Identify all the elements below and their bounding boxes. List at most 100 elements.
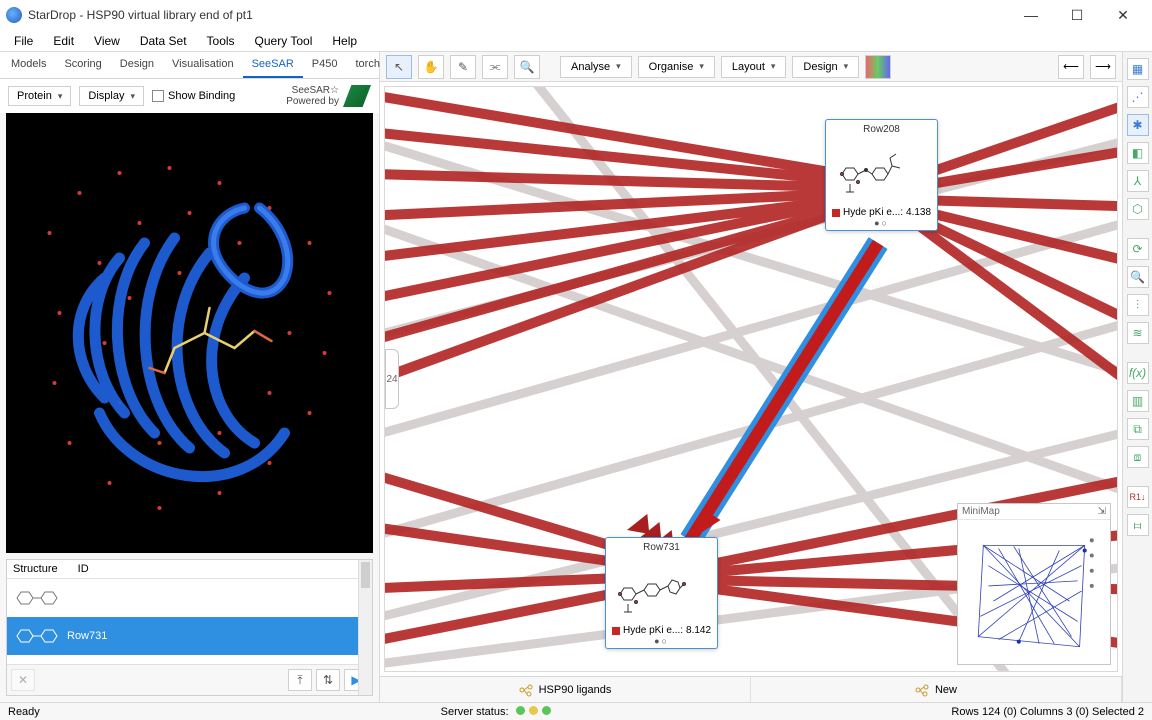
menu-tools[interactable]: Tools bbox=[199, 32, 243, 50]
maximize-button[interactable]: ☐ bbox=[1054, 0, 1100, 30]
pointer-tool[interactable]: ↖ bbox=[386, 55, 412, 79]
search-icon[interactable]: 🔍 bbox=[1127, 266, 1149, 288]
filter-icon[interactable]: ⫶ bbox=[1127, 294, 1149, 316]
expand-handle[interactable]: 24 bbox=[385, 349, 399, 409]
pan-tool[interactable]: ✋ bbox=[418, 55, 444, 79]
r1-icon[interactable]: R1↓ bbox=[1127, 486, 1149, 508]
tune-icon[interactable]: ≋ bbox=[1127, 322, 1149, 344]
structure-rows[interactable]: Row731 bbox=[7, 579, 372, 664]
show-binding-checkbox[interactable]: Show Binding bbox=[152, 90, 235, 102]
tree-icon[interactable]: ⅄ bbox=[1127, 170, 1149, 192]
server-status-dots bbox=[512, 706, 551, 718]
tab-design[interactable]: Design bbox=[111, 52, 163, 78]
scroll-handle[interactable] bbox=[361, 562, 370, 588]
menu-view[interactable]: View bbox=[86, 32, 128, 50]
statusbar: Ready Server status: Rows 124 (0) Column… bbox=[0, 702, 1152, 720]
left-pane: Models Scoring Design Visualisation SeeS… bbox=[0, 52, 380, 702]
metric-swatch bbox=[612, 627, 620, 635]
node-card-row208[interactable]: Row208 Hyde pKi e...: bbox=[825, 119, 938, 231]
organise-dropdown[interactable]: Organise▾ bbox=[638, 56, 715, 78]
brand-line1: SeeSAR☆ bbox=[286, 85, 339, 96]
node-pager[interactable]: ●○ bbox=[832, 218, 931, 228]
node-title: Row731 bbox=[612, 542, 711, 553]
move-down-button[interactable]: ⇅ bbox=[316, 669, 340, 691]
col-id: ID bbox=[78, 563, 89, 575]
structure-id: Row731 bbox=[67, 630, 107, 642]
minimap-pin-icon[interactable]: ⇲ bbox=[1098, 506, 1106, 517]
layout-dropdown[interactable]: Layout▾ bbox=[721, 56, 787, 78]
tab-scoring[interactable]: Scoring bbox=[55, 52, 110, 78]
caret-down-icon: ▾ bbox=[699, 61, 704, 72]
structure-id-panel: Structure ID Row731 ✕ bbox=[6, 559, 373, 696]
tab-models[interactable]: Models bbox=[2, 52, 55, 78]
menu-data-set[interactable]: Data Set bbox=[132, 32, 195, 50]
scroll-track[interactable] bbox=[358, 560, 372, 695]
analyse-dropdown[interactable]: Analyse▾ bbox=[560, 56, 632, 78]
metric-label: Hyde pKi e...: bbox=[623, 625, 683, 636]
node-pager[interactable]: ●○ bbox=[612, 636, 711, 646]
seesar-controls: Protein ▾ Display ▾ Show Binding SeeSAR☆… bbox=[0, 79, 379, 113]
caret-down-icon: ▾ bbox=[771, 61, 776, 72]
display-dropdown[interactable]: Display ▾ bbox=[79, 86, 144, 106]
file-tab-label: HSP90 ligands bbox=[539, 684, 612, 696]
node-metric: Hyde pKi e...: 4.138 bbox=[832, 207, 931, 218]
radar-icon[interactable]: ⬡ bbox=[1127, 198, 1149, 220]
tab-visualisation[interactable]: Visualisation bbox=[163, 52, 243, 78]
table-view-icon[interactable]: ▦ bbox=[1127, 58, 1149, 80]
structure-thumb bbox=[9, 583, 67, 613]
status-ready: Ready bbox=[8, 706, 40, 718]
file-tab-hsp90[interactable]: HSP90 ligands bbox=[380, 677, 751, 702]
tab-p450[interactable]: P450 bbox=[303, 52, 347, 78]
zoom-tool[interactable]: 🔍 bbox=[514, 55, 540, 79]
delete-row-button[interactable]: ✕ bbox=[11, 669, 35, 691]
link-tool[interactable]: ⫘ bbox=[482, 55, 508, 79]
structure-row[interactable] bbox=[7, 579, 372, 617]
clip-label: 24 bbox=[386, 374, 397, 385]
menu-file[interactable]: File bbox=[6, 32, 41, 50]
nav-forward-button[interactable]: ⟶ bbox=[1090, 55, 1116, 79]
draw-tool[interactable]: ✎ bbox=[450, 55, 476, 79]
node-card-row731[interactable]: Row731 Hyde p bbox=[605, 537, 718, 649]
app-icon bbox=[6, 7, 22, 23]
protein-3d-viewer[interactable] bbox=[6, 113, 373, 553]
save-icon[interactable]: ⧈ bbox=[1127, 446, 1149, 468]
menu-help[interactable]: Help bbox=[324, 32, 365, 50]
grid-icon[interactable]: ▥ bbox=[1127, 390, 1149, 412]
metric-label: Hyde pKi e...: bbox=[843, 207, 903, 218]
metric-swatch bbox=[832, 209, 840, 217]
dataset-icon bbox=[519, 683, 533, 697]
caret-down-icon: ▾ bbox=[616, 61, 621, 72]
nav-back-button[interactable]: ⟵ bbox=[1058, 55, 1084, 79]
node-structure bbox=[832, 137, 908, 205]
menu-edit[interactable]: Edit bbox=[45, 32, 82, 50]
metric-value: 4.138 bbox=[906, 207, 931, 218]
minimap-title: MiniMap bbox=[962, 506, 1000, 517]
network-icon[interactable]: ✱ bbox=[1127, 114, 1149, 136]
fx-icon[interactable]: f(x) bbox=[1127, 362, 1149, 384]
refresh-icon[interactable]: ⟳ bbox=[1127, 238, 1149, 260]
node-structure bbox=[612, 555, 688, 623]
design-dropdown[interactable]: Design▾ bbox=[792, 56, 859, 78]
dataset-icon bbox=[915, 683, 929, 697]
close-button[interactable]: ✕ bbox=[1100, 0, 1146, 30]
structure-row-selected[interactable]: Row731 bbox=[7, 617, 372, 655]
export-icon[interactable]: ⧉ bbox=[1127, 418, 1149, 440]
caret-down-icon: ▾ bbox=[844, 61, 849, 72]
window-title: StarDrop - HSP90 virtual library end of … bbox=[28, 8, 1008, 22]
tab-seesar[interactable]: SeeSAR bbox=[243, 52, 303, 78]
menu-query-tool[interactable]: Query Tool bbox=[247, 32, 321, 50]
clip-icon[interactable]: ⧦ bbox=[1127, 514, 1149, 536]
palette-icon[interactable]: ◧ bbox=[1127, 142, 1149, 164]
network-graph[interactable]: Row208 Hyde pKi e...: bbox=[384, 86, 1118, 672]
node-title: Row208 bbox=[832, 124, 931, 135]
minimize-button[interactable]: — bbox=[1008, 0, 1054, 30]
scatter-icon[interactable]: ⋰ bbox=[1127, 86, 1149, 108]
move-up-button[interactable]: ⤒ bbox=[288, 669, 312, 691]
protein-dropdown[interactable]: Protein ▾ bbox=[8, 86, 71, 106]
structure-thumb bbox=[9, 621, 67, 651]
grid-view-button[interactable] bbox=[865, 55, 891, 79]
seesar-brand: SeeSAR☆ Powered by bbox=[286, 85, 371, 107]
metric-value: 8.142 bbox=[686, 625, 711, 636]
minimap[interactable]: MiniMap ⇲ bbox=[957, 503, 1111, 665]
file-tab-new[interactable]: New bbox=[751, 677, 1122, 702]
